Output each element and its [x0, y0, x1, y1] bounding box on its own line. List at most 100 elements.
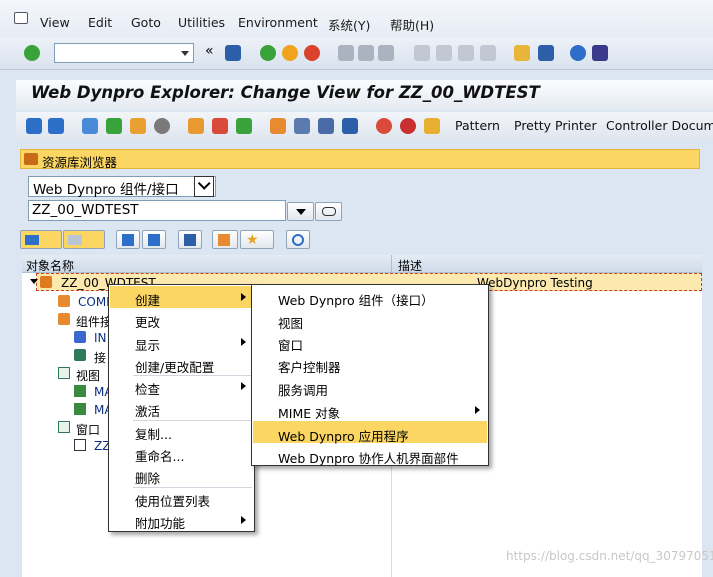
- context-menu-item-rename[interactable]: 重命名...: [135, 446, 184, 465]
- create-session-icon[interactable]: [514, 45, 530, 61]
- stop-icon[interactable]: [400, 118, 416, 134]
- submenu-arrow-icon: [241, 338, 246, 346]
- star-icon: ★: [246, 232, 259, 248]
- expand-triangle-icon[interactable]: [30, 279, 38, 284]
- context-menu-item-activate[interactable]: 激活: [135, 401, 160, 420]
- context-menu-item-create[interactable]: [110, 286, 253, 308]
- tree-node-interface[interactable]: 组件接: [76, 313, 112, 330]
- save-icon[interactable]: [225, 45, 241, 61]
- tree-node-views[interactable]: 视图: [76, 367, 100, 384]
- collapse-icon[interactable]: «: [205, 43, 214, 59]
- nav-forward-button[interactable]: [63, 230, 105, 249]
- find-button[interactable]: [178, 230, 202, 249]
- context-menu-item-change[interactable]: 更改: [135, 312, 160, 331]
- context-menu-item-check[interactable]: 检查: [135, 379, 160, 398]
- test-icon[interactable]: [236, 118, 252, 134]
- check-icon[interactable]: [188, 118, 204, 134]
- find-next-icon[interactable]: [378, 45, 394, 61]
- hierarchy-icon: [24, 153, 38, 165]
- navigation-icon[interactable]: [294, 118, 310, 134]
- help-icon[interactable]: [570, 45, 586, 61]
- context-menu-item-config[interactable]: 创建/更改配置: [135, 357, 214, 376]
- activate-icon[interactable]: [212, 118, 228, 134]
- menu-utilities[interactable]: Utilities: [178, 15, 225, 30]
- submenu-item-window[interactable]: 窗口: [278, 335, 303, 354]
- hierarchy-button[interactable]: [212, 230, 238, 249]
- session-menu-icon[interactable]: [14, 12, 28, 24]
- back-icon[interactable]: [260, 45, 276, 61]
- submenu-arrow-icon: [241, 516, 246, 524]
- first-page-icon[interactable]: [414, 45, 430, 61]
- shortcut-icon[interactable]: [538, 45, 554, 61]
- print-icon[interactable]: [338, 45, 354, 61]
- command-field[interactable]: [54, 43, 194, 63]
- prev-page-icon[interactable]: [436, 45, 452, 61]
- context-menu-item-more[interactable]: 附加功能: [135, 513, 185, 532]
- layout-icon[interactable]: [592, 45, 608, 61]
- context-menu-item-copy[interactable]: 复制...: [135, 424, 172, 443]
- next-page-icon[interactable]: [458, 45, 474, 61]
- last-page-icon[interactable]: [480, 45, 496, 61]
- find-icon[interactable]: [358, 45, 374, 61]
- pattern-button[interactable]: Pattern: [455, 118, 500, 133]
- wizard-icon[interactable]: [424, 118, 440, 134]
- controller-documentation-button[interactable]: Controller Documen: [606, 118, 713, 133]
- context-menu-item-where-used[interactable]: 使用位置列表: [135, 491, 210, 510]
- other-object-icon[interactable]: [130, 118, 146, 134]
- object-name-input[interactable]: ZZ_00_WDTEST: [28, 200, 286, 221]
- active-inactive-icon[interactable]: [106, 118, 122, 134]
- submenu-arrow-icon: [241, 382, 246, 390]
- column-divider: [391, 255, 392, 273]
- pretty-printer-button[interactable]: Pretty Printer: [514, 118, 597, 133]
- refresh-button[interactable]: [286, 230, 310, 249]
- chevron-down-icon: [197, 177, 211, 190]
- object-list-icon[interactable]: [318, 118, 334, 134]
- menu-edit[interactable]: Edit: [88, 15, 112, 30]
- cancel-icon[interactable]: [304, 45, 320, 61]
- menu-system[interactable]: 系统(Y): [328, 15, 370, 34]
- column-object-name[interactable]: 对象名称: [26, 257, 74, 274]
- object-type-select[interactable]: Web Dynpro 组件/接口: [28, 176, 216, 198]
- hierarchy-icon[interactable]: [270, 118, 286, 134]
- command-field-dropdown-icon[interactable]: [181, 51, 189, 56]
- expand-button[interactable]: [116, 230, 140, 249]
- display-change-icon[interactable]: [82, 118, 98, 134]
- submenu-item-component[interactable]: Web Dynpro 组件（接口）: [278, 290, 434, 309]
- display-object-button[interactable]: [315, 202, 342, 221]
- column-description[interactable]: 描述: [398, 257, 422, 274]
- submenu-item-view[interactable]: 视图: [278, 313, 303, 332]
- context-menu: 创建 更改 显示 创建/更改配置 检查 激活 复制... 重命名... 删除 使…: [108, 284, 255, 532]
- tree-header: 对象名称 描述: [22, 255, 702, 273]
- tree-node-in[interactable]: IN: [94, 331, 107, 345]
- nav-back-button[interactable]: [20, 230, 62, 249]
- window-icon: [74, 439, 86, 451]
- context-menu-item-delete[interactable]: 删除: [135, 468, 160, 487]
- object-name-dropdown-button[interactable]: [287, 202, 314, 221]
- component-controller-icon: [58, 295, 70, 307]
- repository-browser-header[interactable]: 资源库浏览器: [20, 149, 700, 170]
- context-menu-item-display[interactable]: 显示: [135, 335, 160, 354]
- chart-icon[interactable]: [376, 118, 392, 134]
- tree-node-jie[interactable]: 接: [94, 349, 106, 366]
- submenu-item-service-call[interactable]: 服务调用: [278, 380, 328, 399]
- arrow-back-icon[interactable]: [26, 118, 42, 134]
- submenu-item-hci[interactable]: Web Dynpro 协作人机界面部件: [278, 448, 459, 467]
- favorites-button[interactable]: ★: [240, 230, 274, 249]
- info-icon[interactable]: [342, 118, 358, 134]
- tree-node-windows[interactable]: 窗口: [76, 421, 100, 438]
- enter-icon[interactable]: [24, 45, 40, 61]
- submenu-item-custom-controller[interactable]: 客户控制器: [278, 357, 341, 376]
- hierarchy-tree-icon: [218, 234, 230, 246]
- menu-help[interactable]: 帮助(H): [390, 15, 434, 34]
- menu-goto[interactable]: Goto: [131, 15, 161, 30]
- arrow-forward-icon[interactable]: [48, 118, 64, 134]
- menu-environment[interactable]: Environment: [238, 15, 318, 30]
- views-folder-icon: [58, 367, 70, 379]
- collapse-button[interactable]: [142, 230, 166, 249]
- menu-view[interactable]: View: [40, 15, 70, 30]
- interface-icon: [58, 313, 70, 325]
- exit-icon[interactable]: [282, 45, 298, 61]
- object-type-dropdown-button[interactable]: [194, 176, 214, 197]
- submenu-item-mime[interactable]: MIME 对象: [278, 403, 340, 422]
- where-used-icon[interactable]: [154, 118, 170, 134]
